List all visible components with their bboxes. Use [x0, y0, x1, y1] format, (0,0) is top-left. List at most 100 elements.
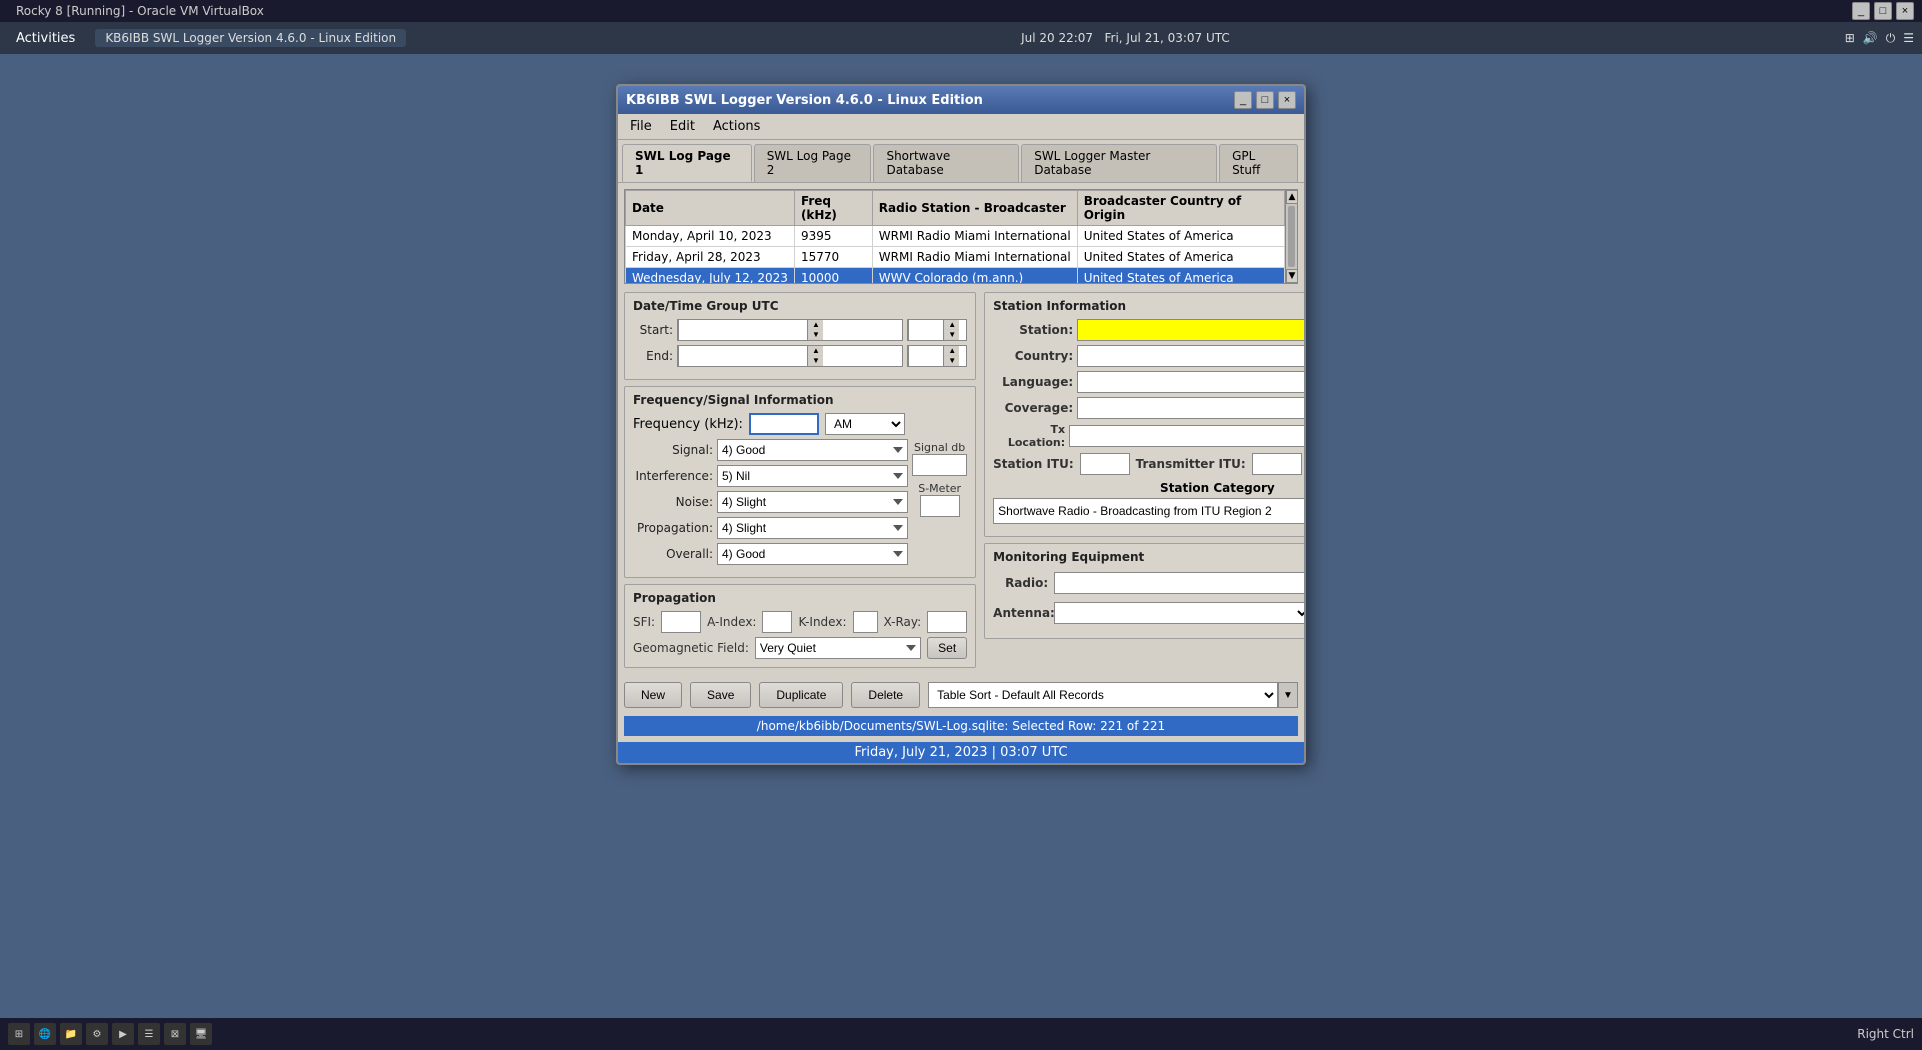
start-date-down-btn[interactable]: ▼	[809, 330, 823, 340]
row3-country: United States of America	[1077, 268, 1284, 285]
scrollbar-down-btn[interactable]: ▼	[1286, 269, 1298, 283]
interference-select[interactable]: 5) Nil	[717, 465, 908, 487]
overall-select[interactable]: 4) Good	[717, 543, 908, 565]
a-index-input[interactable]: 8	[762, 611, 792, 633]
end-time-up-btn[interactable]: ▲	[945, 346, 959, 356]
start-date-input-wrap[interactable]: Wednesday, July 12, 2023 ▲ ▼	[677, 319, 903, 341]
k-index-input[interactable]: 1	[853, 611, 878, 633]
log-table-container: Date Freq (kHz) Radio Station - Broadcas…	[624, 189, 1298, 284]
end-date-down-btn[interactable]: ▼	[809, 356, 823, 366]
datetime-bar: Friday, July 21, 2023 | 03:07 UTC	[618, 742, 1304, 763]
bottom-icon-4[interactable]: ⚙	[86, 1023, 108, 1045]
tab-master-database[interactable]: SWL Logger Master Database	[1021, 144, 1217, 182]
row1-country: United States of America	[1077, 226, 1284, 247]
window-maximize-btn[interactable]: □	[1256, 91, 1274, 109]
noise-select[interactable]: 4) Slight	[717, 491, 908, 513]
new-button[interactable]: New	[624, 682, 682, 708]
frequency-input[interactable]: 10000	[749, 413, 819, 435]
end-label: End:	[633, 349, 673, 363]
os-close-btn[interactable]: ×	[1896, 2, 1914, 20]
start-time-input[interactable]: 13:56	[908, 319, 944, 341]
bottom-icon-5[interactable]: ▶	[112, 1023, 134, 1045]
end-time-input[interactable]: 13:57	[908, 345, 944, 367]
s-meter-input[interactable]: 6	[920, 495, 960, 517]
modulation-select[interactable]: AM	[825, 413, 905, 435]
sort-select[interactable]: Table Sort - Default All Records	[928, 682, 1278, 708]
start-date-input[interactable]: Wednesday, July 12, 2023	[678, 319, 808, 341]
end-date-input[interactable]: Wednesday, July 12, 2023	[678, 345, 808, 367]
propagation-select[interactable]: 4) Slight	[717, 517, 908, 539]
start-time-input-wrap[interactable]: 13:56 ▲ ▼	[907, 319, 967, 341]
start-date-up-btn[interactable]: ▲	[809, 320, 823, 330]
station-input[interactable]: WWV Colorado (m.ann.)	[1077, 319, 1306, 341]
row2-freq: 15770	[794, 247, 872, 268]
noise-label: Noise:	[633, 495, 713, 509]
scrollbar-up-btn[interactable]: ▲	[1286, 190, 1298, 204]
right-ctrl-label: Right Ctrl	[1857, 1027, 1914, 1041]
tab-swl-log-page1[interactable]: SWL Log Page 1	[622, 144, 752, 182]
set-button[interactable]: Set	[927, 637, 967, 659]
signal-row: Signal: 4) Good	[633, 439, 908, 461]
category-select[interactable]: Shortwave Radio - Broadcasting from ITU …	[993, 498, 1306, 524]
coverage-input[interactable]: United States of America	[1077, 397, 1306, 419]
row2-date: Friday, April 28, 2023	[626, 247, 795, 268]
country-input[interactable]: United States of America	[1077, 345, 1306, 367]
os-window-controls[interactable]: _ □ ×	[1852, 2, 1914, 20]
start-time-down-btn[interactable]: ▼	[945, 330, 959, 340]
scrollbar-thumb[interactable]	[1288, 206, 1295, 267]
datetime-section-title: Date/Time Group UTC	[633, 299, 967, 313]
menu-file[interactable]: File	[622, 117, 660, 136]
sfi-label: SFI:	[633, 615, 655, 629]
duplicate-button[interactable]: Duplicate	[759, 682, 843, 708]
country-row: Country: United States of America	[993, 345, 1306, 367]
end-date-input-wrap[interactable]: Wednesday, July 12, 2023 ▲ ▼	[677, 345, 903, 367]
tab-shortwave-database[interactable]: Shortwave Database	[873, 144, 1019, 182]
bottom-icon-8[interactable]: 🖥	[190, 1023, 212, 1045]
bottom-icon-7[interactable]: ⊠	[164, 1023, 186, 1045]
bottom-icon-6[interactable]: ☰	[138, 1023, 160, 1045]
save-button[interactable]: Save	[690, 682, 751, 708]
window-controls[interactable]: _ □ ×	[1234, 91, 1296, 109]
tab-bar: SWL Log Page 1 SWL Log Page 2 Shortwave …	[618, 140, 1304, 183]
table-scrollbar[interactable]: ▲ ▼	[1285, 190, 1297, 283]
table-row[interactable]: Friday, April 28, 2023 15770 WRMI Radio …	[626, 247, 1285, 268]
os-minimize-btn[interactable]: _	[1852, 2, 1870, 20]
table-row[interactable]: Monday, April 10, 2023 9395 WRMI Radio M…	[626, 226, 1285, 247]
bottom-icon-1[interactable]: ⊞	[8, 1023, 30, 1045]
antenna-select[interactable]	[1054, 602, 1306, 624]
radio-select[interactable]	[1054, 572, 1306, 594]
bottom-icon-2[interactable]: 🌐	[34, 1023, 56, 1045]
bottom-taskbar: ⊞ 🌐 📁 ⚙ ▶ ☰ ⊠ 🖥 Right Ctrl	[0, 1018, 1922, 1050]
delete-button[interactable]: Delete	[851, 682, 920, 708]
table-row-selected[interactable]: Wednesday, July 12, 2023 10000 WWV Color…	[626, 268, 1285, 285]
sfi-input[interactable]: 214	[661, 611, 701, 633]
os-maximize-btn[interactable]: □	[1874, 2, 1892, 20]
station-section-title: Station Information	[993, 299, 1306, 313]
activities-button[interactable]: Activities	[8, 29, 83, 48]
language-input[interactable]: Time Signal Station	[1077, 371, 1306, 393]
window-close-btn[interactable]: ×	[1278, 91, 1296, 109]
end-date-up-btn[interactable]: ▲	[809, 346, 823, 356]
xray-label: X-Ray:	[884, 615, 922, 629]
signal-db-input[interactable]: -98.2	[912, 454, 967, 476]
menu-edit[interactable]: Edit	[662, 117, 703, 136]
power-icon: ⏻	[1886, 31, 1896, 46]
propagation-label: Propagation:	[633, 521, 713, 535]
window-minimize-btn[interactable]: _	[1234, 91, 1252, 109]
tab-gpl-stuff[interactable]: GPL Stuff	[1219, 144, 1298, 182]
station-itu-input[interactable]: R2Z7	[1080, 453, 1130, 475]
geo-select[interactable]: Very Quiet	[755, 637, 921, 659]
transmitter-itu-input[interactable]: R2Z7	[1252, 453, 1302, 475]
taskbar-app-indicator[interactable]: KB6IBB SWL Logger Version 4.6.0 - Linux …	[95, 29, 406, 47]
signal-select[interactable]: 4) Good	[717, 439, 908, 461]
xray-input[interactable]: C2.7	[927, 611, 967, 633]
end-time-input-wrap[interactable]: 13:57 ▲ ▼	[907, 345, 967, 367]
start-time-up-btn[interactable]: ▲	[945, 320, 959, 330]
end-time-down-btn[interactable]: ▼	[945, 356, 959, 366]
tab-swl-log-page2[interactable]: SWL Log Page 2	[754, 144, 872, 182]
menu-actions[interactable]: Actions	[705, 117, 769, 136]
frequency-section-title: Frequency/Signal Information	[633, 393, 967, 407]
bottom-icon-3[interactable]: 📁	[60, 1023, 82, 1045]
tx-location-input[interactable]: United States of America-Fort Collins, C…	[1069, 425, 1306, 447]
sort-dropdown-btn[interactable]: ▼	[1278, 682, 1298, 708]
